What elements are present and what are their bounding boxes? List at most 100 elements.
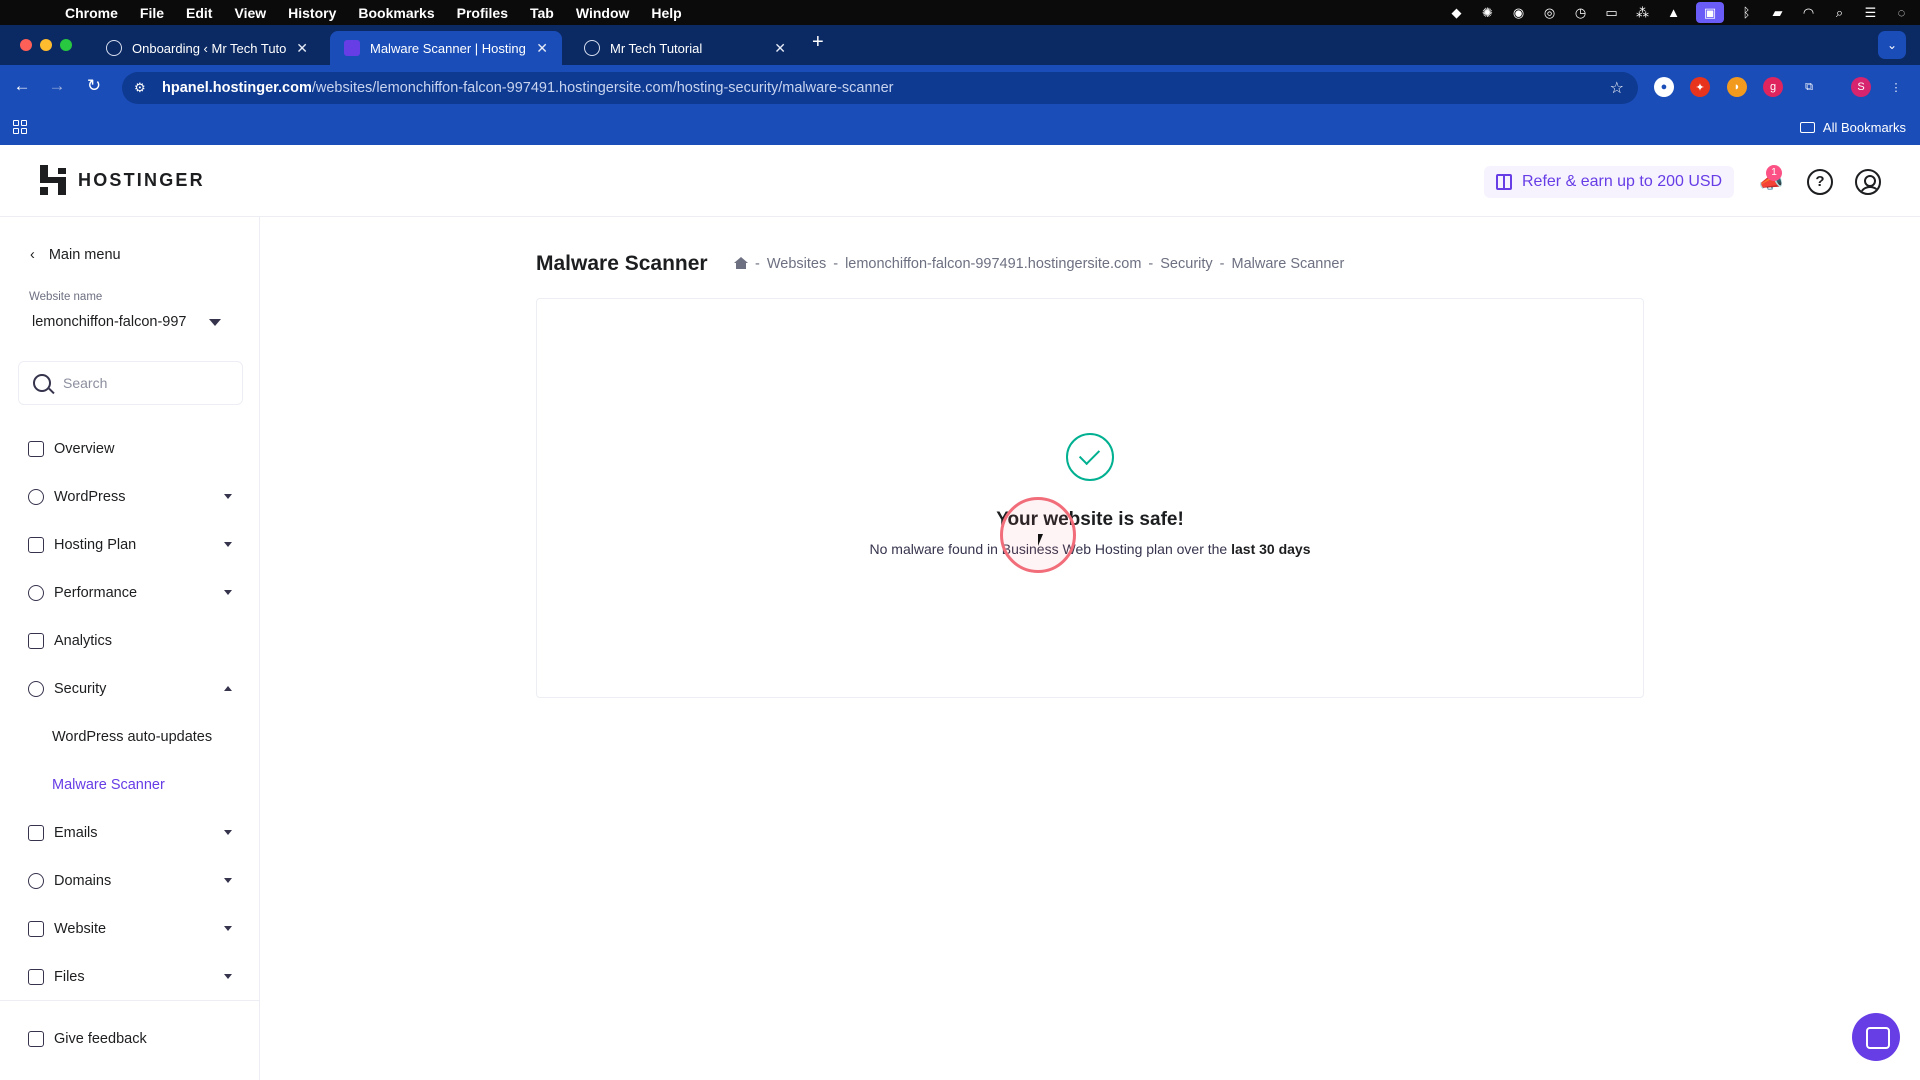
help-icon[interactable]: ?	[1807, 169, 1833, 195]
menu-view[interactable]: View	[223, 5, 277, 21]
breadcrumb: - Websites - lemonchiffon-falcon-997491.…	[734, 256, 1344, 272]
give-feedback-label: Give feedback	[54, 1031, 147, 1047]
close-tab-icon[interactable]: ✕	[536, 40, 548, 57]
cluster-icon[interactable]: ⁂	[1634, 5, 1651, 20]
chevron-down-icon	[224, 878, 232, 883]
menu-bookmarks[interactable]: Bookmarks	[347, 5, 445, 21]
sidebar-item-domains[interactable]: Domains	[28, 866, 234, 896]
all-bookmarks-label: All Bookmarks	[1822, 120, 1906, 135]
display-icon[interactable]: ▭	[1603, 5, 1620, 20]
menu-window[interactable]: Window	[565, 5, 641, 21]
password-extension-icon[interactable]: ●	[1654, 77, 1674, 97]
cloud-icon[interactable]: ◎	[1541, 5, 1558, 20]
sidebar-item-wordpress[interactable]: WordPress	[28, 482, 234, 512]
menu-tab[interactable]: Tab	[519, 5, 565, 21]
home-icon[interactable]	[734, 257, 748, 269]
check-circle-icon	[1066, 433, 1114, 481]
macos-menubar: Chrome File Edit View History Bookmarks …	[0, 0, 1920, 25]
all-bookmarks-button[interactable]: All Bookmarks	[1799, 120, 1906, 135]
sidebar-item-website[interactable]: Website	[28, 914, 234, 944]
sidebar-item-hosting-plan[interactable]: Hosting Plan	[28, 530, 234, 560]
address-bar[interactable]: ⚙ hpanel.hostinger.com/websites/lemonchi…	[122, 72, 1638, 104]
battery-icon[interactable]: ▰	[1769, 5, 1786, 20]
tab-onboarding[interactable]: Onboarding ‹ Mr Tech Tutoria ✕	[92, 31, 322, 65]
refer-label: Refer & earn up to 200 USD	[1522, 173, 1723, 190]
status-bar-icons: ◆ ✺ ◉ ◎ ◷ ▭ ⁂ ▲ ▣ ᛒ ▰ ◠ ⌕ ☰ ◌	[1448, 0, 1910, 25]
siri-icon[interactable]: ◌	[1893, 5, 1910, 20]
refer-earn-button[interactable]: Refer & earn up to 200 USD	[1484, 166, 1735, 198]
hostinger-logo[interactable]: HOSTINGER	[40, 165, 205, 195]
live-chat-button[interactable]	[1852, 1013, 1900, 1061]
apps-grid-icon[interactable]	[13, 120, 27, 134]
menu-history[interactable]: History	[277, 5, 347, 21]
globe-icon	[28, 873, 44, 889]
account-icon[interactable]	[1855, 169, 1881, 195]
new-tab-icon[interactable]: +	[812, 31, 824, 54]
sidebar-item-analytics[interactable]: Analytics	[28, 626, 234, 656]
cursor-app-icon[interactable]: ▲	[1665, 5, 1682, 20]
sidebar-search-input[interactable]	[63, 375, 223, 391]
shield-icon	[28, 681, 44, 697]
website-selector[interactable]: Website name lemonchiffon-falcon-997	[18, 289, 243, 347]
back-icon[interactable]: ←	[10, 76, 34, 96]
main-menu-link[interactable]: ‹ Main menu	[30, 247, 121, 263]
browser-icon	[28, 921, 44, 937]
password-manager-icon[interactable]: ◉	[1510, 5, 1527, 20]
extension-icon[interactable]: ✦	[1690, 77, 1710, 97]
bookmark-star-icon[interactable]: ☆	[1610, 78, 1624, 98]
menu-file[interactable]: File	[129, 5, 175, 21]
gift-icon	[1496, 174, 1512, 190]
tab-search-icon[interactable]: ⌄	[1878, 31, 1906, 59]
tab-malware-scanner[interactable]: Malware Scanner | Hostinger ✕	[330, 31, 562, 65]
sidebar-subitem-malware-scanner[interactable]: Malware Scanner	[52, 777, 165, 793]
scan-period: last 30 days	[1231, 541, 1311, 557]
sidebar-item-files[interactable]: Files	[28, 962, 234, 992]
profile-avatar[interactable]: S	[1851, 77, 1871, 97]
grammarly-icon[interactable]: g	[1763, 77, 1783, 97]
control-center-icon[interactable]: ☰	[1862, 5, 1879, 20]
sidebar-item-label: Performance	[54, 585, 138, 601]
sidebar-search[interactable]	[18, 361, 243, 405]
sidebar-item-overview[interactable]: Overview	[28, 434, 234, 464]
sidebar-item-security[interactable]: Security	[28, 674, 234, 704]
sidebar-subitem-wordpress-auto-updates[interactable]: WordPress auto-updates	[52, 729, 212, 745]
zoom-window-button[interactable]	[60, 39, 72, 51]
menu-chrome[interactable]: Chrome	[54, 5, 129, 21]
chrome-menu-icon[interactable]: ⋮	[1886, 77, 1906, 97]
breadcrumb-separator: -	[1148, 256, 1154, 272]
reload-icon[interactable]: ↻	[82, 76, 106, 96]
close-tab-icon[interactable]: ✕	[774, 40, 786, 57]
breadcrumb-security[interactable]: Security	[1160, 256, 1212, 272]
feedback-icon	[28, 1031, 44, 1047]
menu-edit[interactable]: Edit	[175, 5, 223, 21]
url-path: /websites/lemonchiffon-falcon-997491.hos…	[311, 80, 894, 96]
minimize-window-button[interactable]	[40, 39, 52, 51]
grid-icon	[28, 441, 44, 457]
close-tab-icon[interactable]: ✕	[296, 40, 308, 57]
sidebar-item-emails[interactable]: Emails	[28, 818, 234, 848]
site-settings-icon[interactable]: ⚙	[134, 80, 152, 96]
wifi-icon[interactable]: ◠	[1800, 5, 1817, 20]
clock-icon[interactable]: ◷	[1572, 5, 1589, 20]
close-window-button[interactable]	[20, 39, 32, 51]
brightness-icon[interactable]: ✺	[1479, 5, 1496, 20]
breadcrumb-website-domain[interactable]: lemonchiffon-falcon-997491.hostingersite…	[845, 256, 1141, 272]
extensions-puzzle-icon[interactable]: ⧉	[1799, 77, 1819, 97]
chevron-down-icon	[224, 542, 232, 547]
dropbox-icon[interactable]: ◆	[1448, 5, 1465, 20]
menu-help[interactable]: Help	[640, 5, 692, 21]
sidebar-item-performance[interactable]: Performance	[28, 578, 234, 608]
breadcrumb-websites[interactable]: Websites	[767, 256, 826, 272]
chevron-down-icon	[224, 926, 232, 931]
folder-icon	[1799, 122, 1815, 133]
screen-share-icon[interactable]: ▣	[1696, 2, 1724, 23]
menu-profiles[interactable]: Profiles	[446, 5, 519, 21]
forward-icon[interactable]: →	[45, 76, 69, 96]
bluetooth-icon[interactable]: ᛒ	[1738, 5, 1755, 20]
url-host: hpanel.hostinger.com	[162, 80, 312, 96]
extension-icon[interactable]: ◗	[1727, 77, 1747, 97]
tab-mr-tech-tutorial[interactable]: Mr Tech Tutorial ✕	[570, 31, 800, 65]
give-feedback-button[interactable]: Give feedback	[28, 1024, 234, 1054]
spotlight-search-icon[interactable]: ⌕	[1831, 5, 1848, 20]
browser-tab-bar: Onboarding ‹ Mr Tech Tutoria ✕ Malware S…	[0, 25, 1920, 65]
